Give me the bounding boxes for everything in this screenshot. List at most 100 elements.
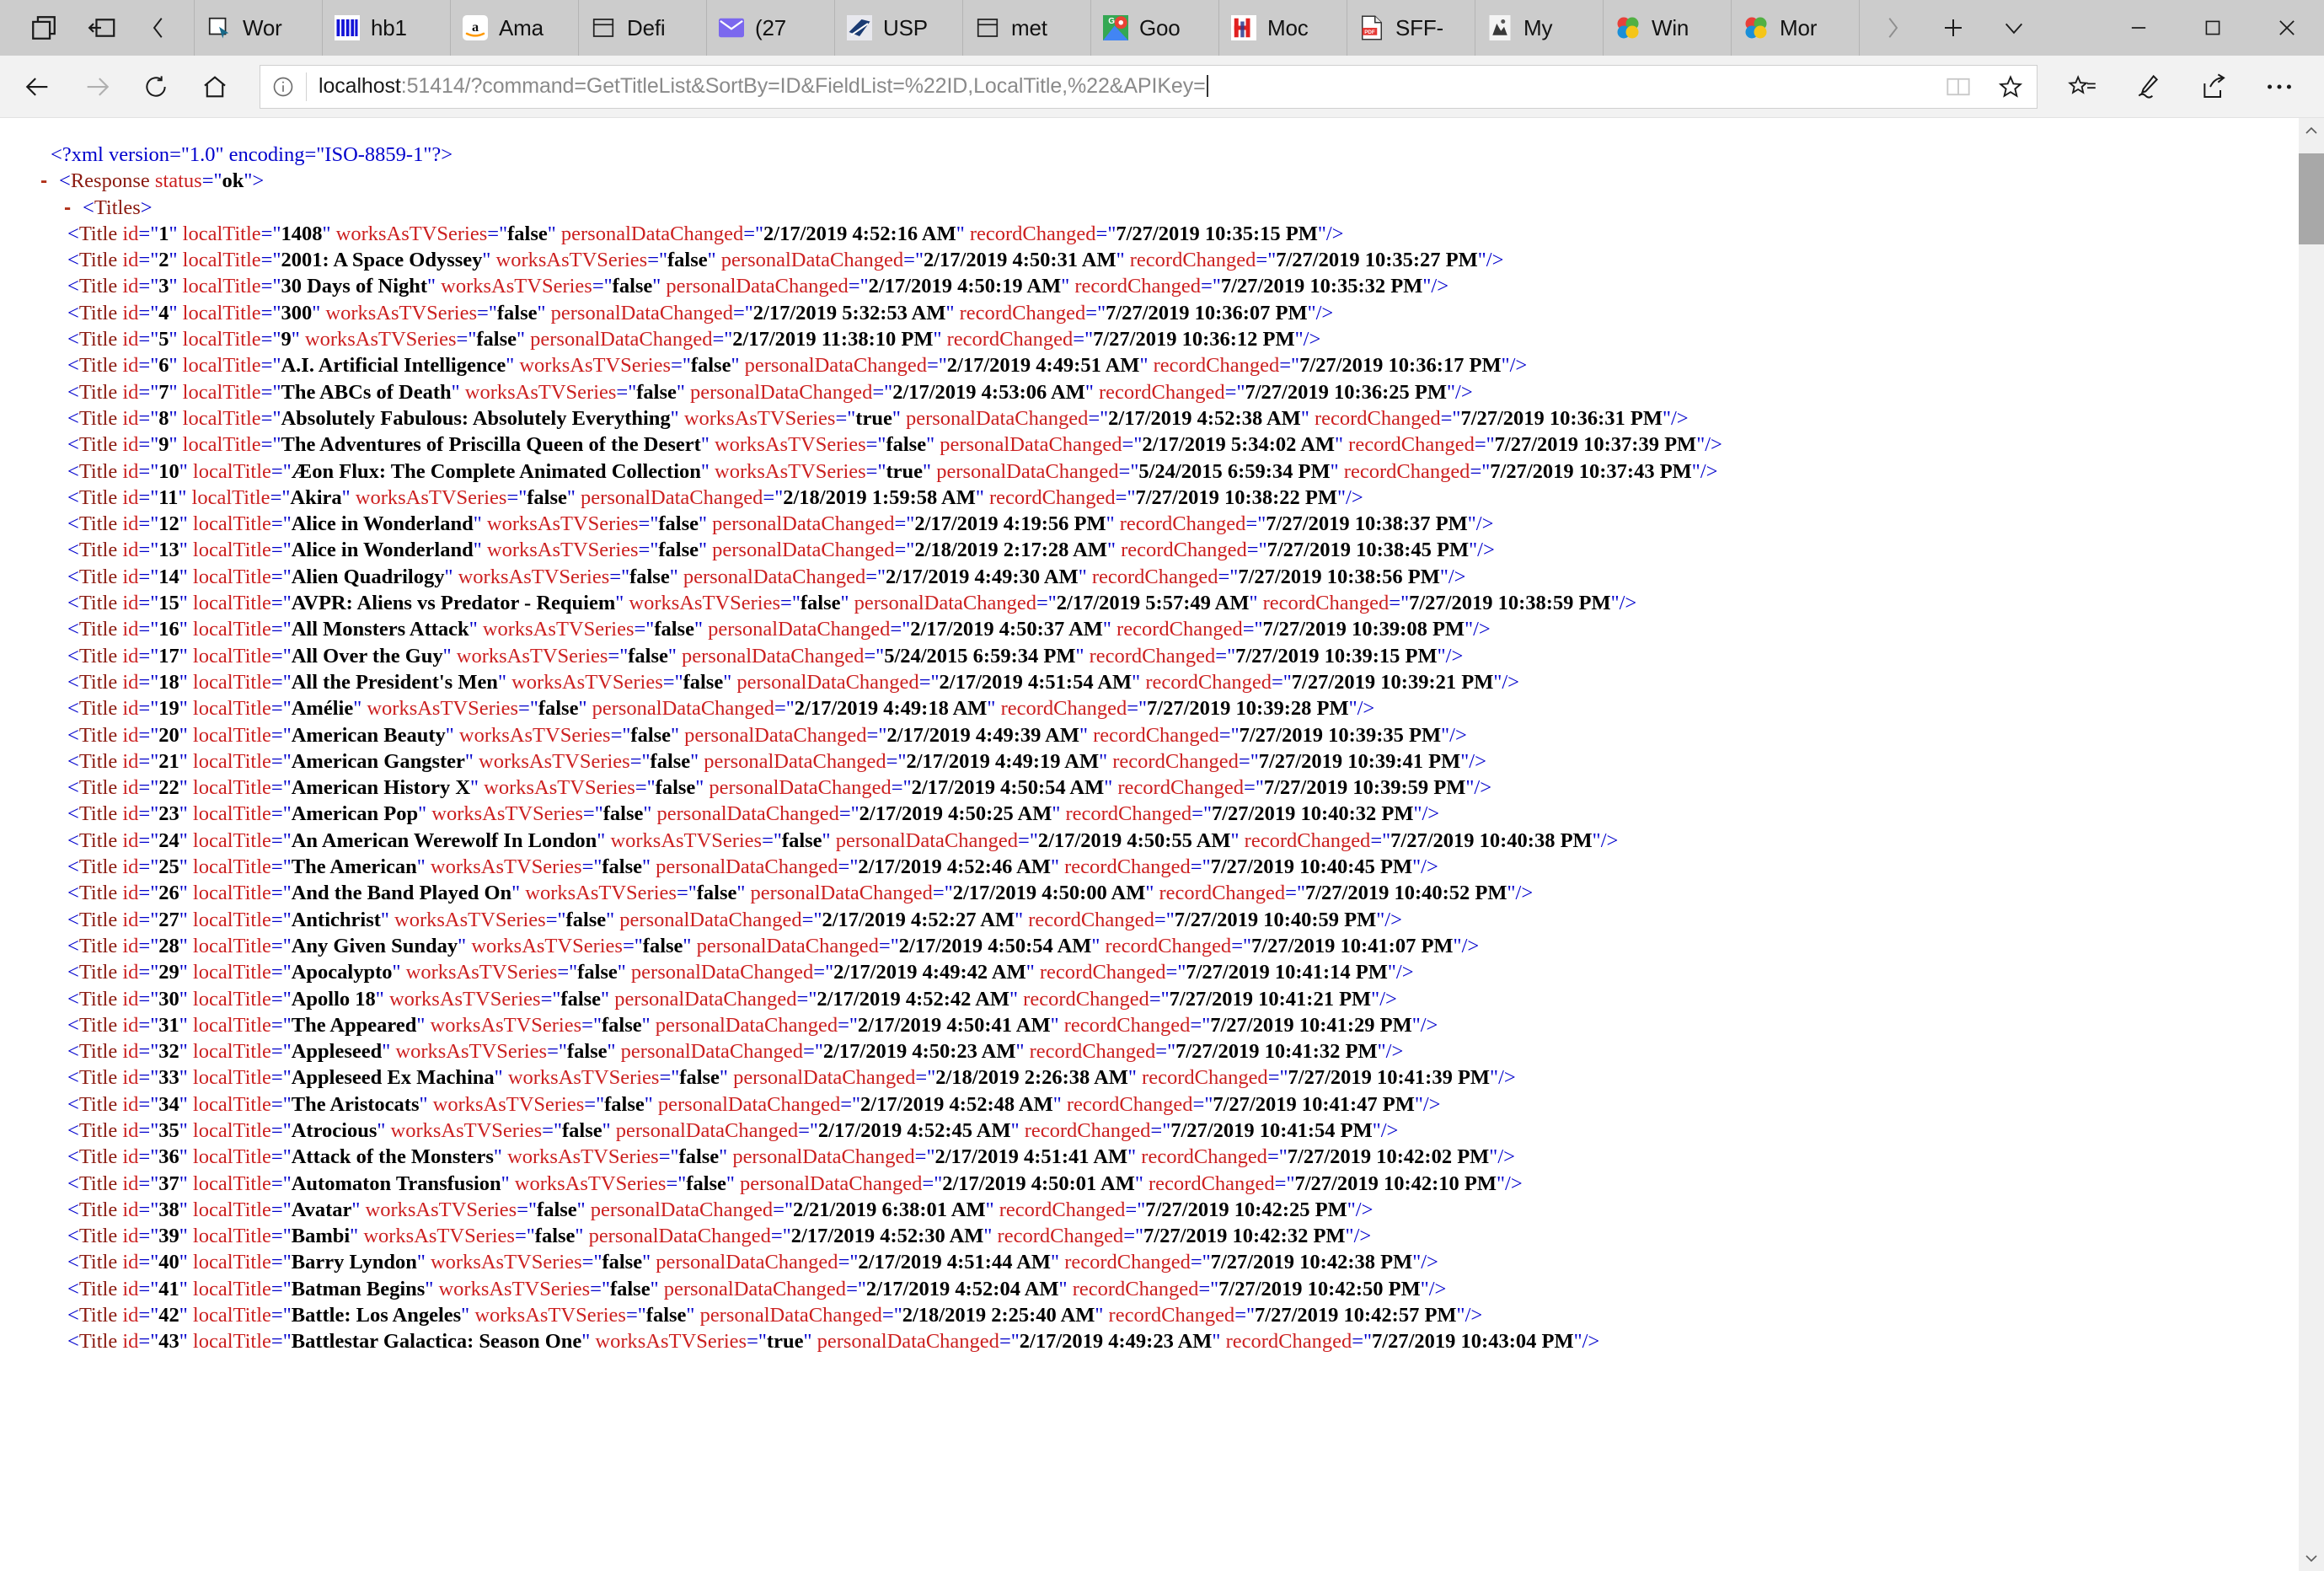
tab-strip-left-controls [0, 0, 194, 56]
browser-tab[interactable]: Mor [1731, 0, 1859, 56]
home-button[interactable] [185, 62, 244, 112]
scrollbar-thumb[interactable] [2299, 153, 2324, 244]
xml-title-element: <Title id="42" localTitle="Battle: Los A… [67, 1304, 1483, 1327]
tab-menu-button[interactable] [1984, 0, 2044, 56]
tab-title: Win [1652, 14, 1689, 40]
xml-title-element: <Title id="37" localTitle="Automaton Tra… [67, 1172, 1523, 1195]
amazon-icon: a [461, 13, 490, 42]
browser-tab[interactable]: Moc [1218, 0, 1347, 56]
xml-title-element: <Title id="14" localTitle="Alien Quadril… [67, 565, 1466, 588]
collapse-toggle[interactable]: - [64, 195, 83, 221]
xml-tree-view: <?xml version="1.0" encoding="ISO-8859-1… [0, 118, 2285, 1355]
xml-title-element: <Title id="8" localTitle="Absolutely Fab… [67, 406, 1689, 430]
minimize-button[interactable] [2102, 0, 2176, 56]
xml-title-element: <Title id="30" localTitle="Apollo 18" wo… [67, 987, 1397, 1011]
xml-node-response[interactable]: - <Response status="ok"> [25, 168, 2285, 194]
scroll-down-button[interactable] [2299, 1546, 2324, 1571]
hub-favorites-button[interactable] [2049, 62, 2115, 112]
vertical-scrollbar[interactable] [2299, 118, 2324, 1571]
text-cursor [1206, 75, 1208, 97]
xml-title-element: <Title id="6" localTitle="A.I. Artificia… [67, 354, 1528, 378]
address-bar[interactable]: localhost:51414/?command=GetTitleList&So… [260, 64, 2038, 109]
close-window-button[interactable] [2250, 0, 2324, 56]
maximize-button[interactable] [2176, 0, 2250, 56]
cursor-window-icon [205, 13, 233, 42]
reading-view-button[interactable] [1932, 66, 1984, 108]
xml-title-element: <Title id="29" localTitle="Apocalypto" w… [67, 961, 1414, 984]
browser-tab[interactable]: Defi [578, 0, 706, 56]
ht-red-icon [1229, 13, 1258, 42]
xml-node-titles[interactable]: - <Titles> [25, 195, 2285, 221]
blue-glyph-icon [333, 13, 361, 42]
blank-page-icon [589, 13, 618, 42]
xml-title-element: <Title id="26" localTitle="And the Band … [67, 882, 1534, 905]
tab-title: Ama [499, 14, 544, 40]
share-button[interactable] [2181, 62, 2246, 112]
browser-tab[interactable]: Win [1603, 0, 1731, 56]
tabs-scroll-right-button[interactable] [1862, 0, 1923, 56]
settings-more-button[interactable] [2246, 62, 2312, 112]
xml-title-element: <Title id="10" localTitle="Æon Flux: The… [67, 459, 1718, 483]
xml-title-element: <Title id="33" localTitle="Appleseed Ex … [67, 1066, 1516, 1090]
collapse-toggle[interactable]: - [40, 168, 59, 194]
browser-tab[interactable]: a Ama [450, 0, 578, 56]
xml-title-element: <Title id="22" localTitle="American Hist… [67, 776, 1492, 800]
tab-title: Wor [243, 14, 282, 40]
browser-tab[interactable]: hb1 [322, 0, 450, 56]
browser-tab[interactable]: USP [834, 0, 962, 56]
scroll-up-button[interactable] [2299, 118, 2324, 143]
xml-title-element: <Title id="21" localTitle="American Gang… [67, 749, 1486, 773]
browser-toolbar: localhost:51414/?command=GetTitleList&So… [0, 56, 2324, 118]
usps-eagle-icon [845, 13, 874, 42]
mail-envelope-icon [717, 13, 746, 42]
browser-tab[interactable]: met [962, 0, 1090, 56]
xml-title-element: <Title id="19" localTitle="Amélie" works… [67, 697, 1375, 721]
xml-title-element: <Title id="28" localTitle="Any Given Sun… [67, 934, 1480, 957]
google-maps-icon: G [1101, 13, 1130, 42]
tab-title: met [1011, 14, 1047, 40]
refresh-button[interactable] [126, 62, 185, 112]
xml-declaration: <?xml version="1.0" encoding="ISO-8859-1… [51, 143, 453, 166]
xml-title-element: <Title id="27" localTitle="Antichrist" w… [67, 908, 1402, 931]
tabs-scroll-left-button[interactable] [130, 0, 187, 56]
browser-tab[interactable]: My [1475, 0, 1603, 56]
tab-preview-button[interactable] [15, 0, 72, 56]
xml-title-element: <Title id="4" localTitle="300" worksAsTV… [67, 301, 1334, 324]
xml-title-element: <Title id="2" localTitle="2001: A Space … [67, 249, 1504, 272]
tab-title: SFF- [1395, 14, 1443, 40]
tab-title: USP [883, 14, 928, 40]
browser-tab[interactable]: (27 [706, 0, 834, 56]
new-tab-button[interactable] [1923, 0, 1984, 56]
xml-title-element: <Title id="1" localTitle="1408" worksAsT… [67, 222, 1344, 245]
xml-title-element: <Title id="20" localTitle="American Beau… [67, 723, 1467, 747]
web-note-button[interactable] [2115, 62, 2181, 112]
tab-strip-right-controls [1862, 0, 2324, 56]
page-content: <?xml version="1.0" encoding="ISO-8859-1… [0, 118, 2324, 1571]
microsoft-logo-icon [1614, 13, 1642, 42]
address-bar-text[interactable]: localhost:51414/?command=GetTitleList&So… [307, 74, 1932, 99]
scrollbar-track[interactable] [2299, 143, 2324, 1546]
xml-title-element: <Title id="43" localTitle="Battlestar Ga… [67, 1330, 1600, 1354]
browser-tab[interactable]: G Goo [1090, 0, 1218, 56]
pdf-file-icon: PDF [1357, 13, 1386, 42]
svg-text:PDF: PDF [1364, 29, 1375, 35]
tab-title: Mor [1780, 14, 1818, 40]
add-favorite-button[interactable] [1984, 66, 2037, 108]
photo-thumb-icon [1486, 13, 1514, 42]
svg-text:G: G [1108, 17, 1115, 26]
browser-tab[interactable]: PDF SFF- [1347, 0, 1475, 56]
xml-title-element: <Title id="13" localTitle="Alice in Wond… [67, 539, 1495, 562]
back-button[interactable] [8, 62, 67, 112]
xml-title-element: <Title id="9" localTitle="The Adventures… [67, 433, 1722, 457]
xml-title-element: <Title id="40" localTitle="Barry Lyndon"… [67, 1251, 1438, 1274]
browser-tab[interactable]: CMG [1859, 0, 1862, 56]
site-info-icon[interactable] [260, 66, 306, 108]
xml-title-element: <Title id="15" localTitle="AVPR: Aliens … [67, 592, 1637, 615]
browser-tab[interactable]: Wor [194, 0, 322, 56]
tab-title: (27 [755, 14, 786, 40]
xml-title-element: <Title id="41" localTitle="Batman Begins… [67, 1277, 1447, 1300]
xml-title-element: <Title id="36" localTitle="Attack of the… [67, 1145, 1515, 1169]
xml-title-element: <Title id="3" localTitle="30 Days of Nig… [67, 275, 1449, 298]
set-tabs-aside-button[interactable] [72, 0, 130, 56]
forward-button[interactable] [67, 62, 126, 112]
